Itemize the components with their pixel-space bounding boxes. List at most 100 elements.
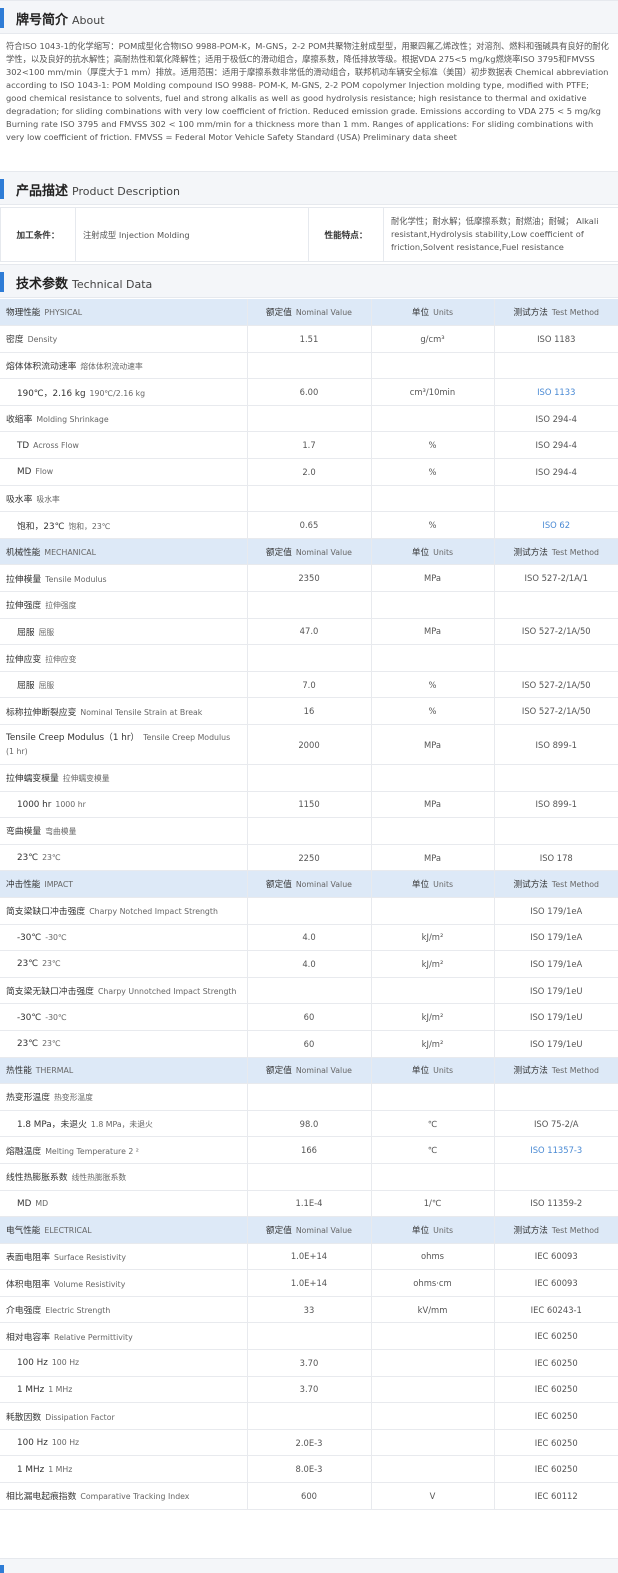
nominal-value — [247, 645, 371, 672]
table-row: 拉伸蠕变模量拉伸蠕变模量 — [0, 765, 618, 792]
nominal-value — [247, 352, 371, 379]
property-name: 23℃23℃ — [0, 951, 247, 978]
unit — [371, 645, 494, 672]
nominal-value: 4.0 — [247, 924, 371, 951]
unit — [371, 1350, 494, 1377]
section-accent-bar — [0, 272, 4, 292]
test-method: IEC 60250 — [494, 1350, 618, 1377]
table-row: 熔体体积流动速率熔体体积流动速率 — [0, 352, 618, 379]
unit — [371, 592, 494, 619]
property-name: 1000 hr1000 hr — [0, 791, 247, 818]
unit: ℃ — [371, 1110, 494, 1137]
table-row: 耗散因数Dissipation FactorIEC 60250 — [0, 1403, 618, 1430]
test-method-link[interactable]: ISO 62 — [494, 512, 618, 539]
test-method-header: 测试方法Test Method — [494, 871, 618, 898]
nominal-value-header: 额定值Nominal Value — [247, 871, 371, 898]
category-row: 电气性能ELECTRICAL额定值Nominal Value单位Units测试方… — [0, 1217, 618, 1244]
property-name: 体积电阻率Volume Resistivity — [0, 1270, 247, 1297]
property-name: 拉伸强度拉伸强度 — [0, 592, 247, 619]
test-method-link[interactable]: ISO 1133 — [494, 379, 618, 406]
test-method: ISO 179/1eA — [494, 897, 618, 924]
test-method: ISO 527-2/1A/1 — [494, 565, 618, 592]
nominal-value — [247, 405, 371, 432]
section-title: 牌号简介About — [16, 9, 105, 28]
property-name: 表面电阻率Surface Resistivity — [0, 1243, 247, 1270]
property-name: MDFlow — [0, 459, 247, 486]
test-method: ISO 1183 — [494, 326, 618, 353]
property-name: MDMD — [0, 1190, 247, 1217]
table-row: 100 Hz100 Hz3.70 IEC 60250 — [0, 1350, 618, 1377]
section-accent-bar — [0, 179, 4, 199]
nominal-value: 3.70 — [247, 1376, 371, 1403]
table-row: 饱和，23℃饱和，23℃0.65%ISO 62 — [0, 512, 618, 539]
property-name: 标称拉伸断裂应变Nominal Tensile Strain at Break — [0, 698, 247, 725]
unit: MPa — [371, 565, 494, 592]
test-method: IEC 60093 — [494, 1270, 618, 1297]
table-row: 标称拉伸断裂应变Nominal Tensile Strain at Break1… — [0, 698, 618, 725]
property-name: 熔融温度Melting Temperature 2 ² — [0, 1137, 247, 1164]
nominal-value-header: 额定值Nominal Value — [247, 1057, 371, 1084]
property-name: 拉伸模量Tensile Modulus — [0, 565, 247, 592]
unit: MPa — [371, 844, 494, 871]
property-name: -30℃-30℃ — [0, 924, 247, 951]
nominal-value: 2250 — [247, 844, 371, 871]
unit: MPa — [371, 618, 494, 645]
property-name: 1 MHz1 MHz — [0, 1376, 247, 1403]
section-accent-bar — [0, 8, 4, 28]
test-method — [494, 645, 618, 672]
test-method — [494, 352, 618, 379]
property-name: 拉伸蠕变模量拉伸蠕变模量 — [0, 765, 247, 792]
nominal-value: 1150 — [247, 791, 371, 818]
nominal-value: 1.0E+14 — [247, 1270, 371, 1297]
test-method: ISO 294-4 — [494, 432, 618, 459]
property-name: 耗散因数Dissipation Factor — [0, 1403, 247, 1430]
property-name: 介电强度Electric Strength — [0, 1296, 247, 1323]
nominal-value: 3.70 — [247, 1350, 371, 1377]
test-method: ISO 179/1eU — [494, 977, 618, 1004]
property-name: 1.8 MPa，未退火1.8 MPa，未退火 — [0, 1110, 247, 1137]
unit — [371, 1456, 494, 1483]
section-header-about: 牌号简介About — [0, 0, 618, 34]
table-row: 23℃23℃2250MPaISO 178 — [0, 844, 618, 871]
category-row: 冲击性能IMPACT额定值Nominal Value单位Units测试方法Tes… — [0, 871, 618, 898]
table-row: 吸水率吸水率 — [0, 485, 618, 512]
category-name: 冲击性能IMPACT — [0, 871, 247, 898]
property-name: 简支梁无缺口冲击强度Charpy Unnotched Impact Streng… — [0, 977, 247, 1004]
table-row: 相对电容率Relative PermittivityIEC 60250 — [0, 1323, 618, 1350]
test-method: ISO 11359-2 — [494, 1190, 618, 1217]
test-method — [494, 1163, 618, 1190]
unit: kJ/m² — [371, 1004, 494, 1031]
property-name: 100 Hz100 Hz — [0, 1350, 247, 1377]
test-method: ISO 178 — [494, 844, 618, 871]
nominal-value: 2350 — [247, 565, 371, 592]
features-value: 耐化学性；耐水解；低摩擦系数；耐燃油；耐碱； Alkali resistant,… — [384, 208, 618, 262]
unit: % — [371, 698, 494, 725]
property-name: 热变形温度热变形温度 — [0, 1084, 247, 1111]
table-row: 23℃23℃60kJ/m²ISO 179/1eU — [0, 1030, 618, 1057]
test-method — [494, 765, 618, 792]
test-method-link[interactable]: ISO 11357-3 — [494, 1137, 618, 1164]
property-name: Tensile Creep Modulus（1 hr）Tensile Creep… — [0, 725, 247, 765]
category-name: 物理性能PHYSICAL — [0, 299, 247, 326]
description-table: 加工条件： 注射成型 Injection Molding 性能特点： 耐化学性；… — [0, 207, 618, 262]
nominal-value: 166 — [247, 1137, 371, 1164]
property-name: 相对电容率Relative Permittivity — [0, 1323, 247, 1350]
table-row: 拉伸应变拉伸应变 — [0, 645, 618, 672]
unit — [371, 485, 494, 512]
property-name: 屈服屈服 — [0, 618, 247, 645]
property-name: 相比漏电起痕指数Comparative Tracking Index — [0, 1483, 247, 1510]
nominal-value: 60 — [247, 1030, 371, 1057]
unit — [371, 897, 494, 924]
test-method: ISO 294-4 — [494, 459, 618, 486]
property-name: 弯曲模量弯曲模量 — [0, 818, 247, 845]
unit — [371, 977, 494, 1004]
nominal-value — [247, 1084, 371, 1111]
test-method — [494, 818, 618, 845]
units-header: 单位Units — [371, 299, 494, 326]
units-header: 单位Units — [371, 1217, 494, 1244]
table-row: 1000 hr1000 hr1150MPaISO 899-1 — [0, 791, 618, 818]
unit — [371, 352, 494, 379]
unit: ohms·cm — [371, 1270, 494, 1297]
table-row: TDAcross Flow1.7%ISO 294-4 — [0, 432, 618, 459]
table-row: 简支梁无缺口冲击强度Charpy Unnotched Impact Streng… — [0, 977, 618, 1004]
